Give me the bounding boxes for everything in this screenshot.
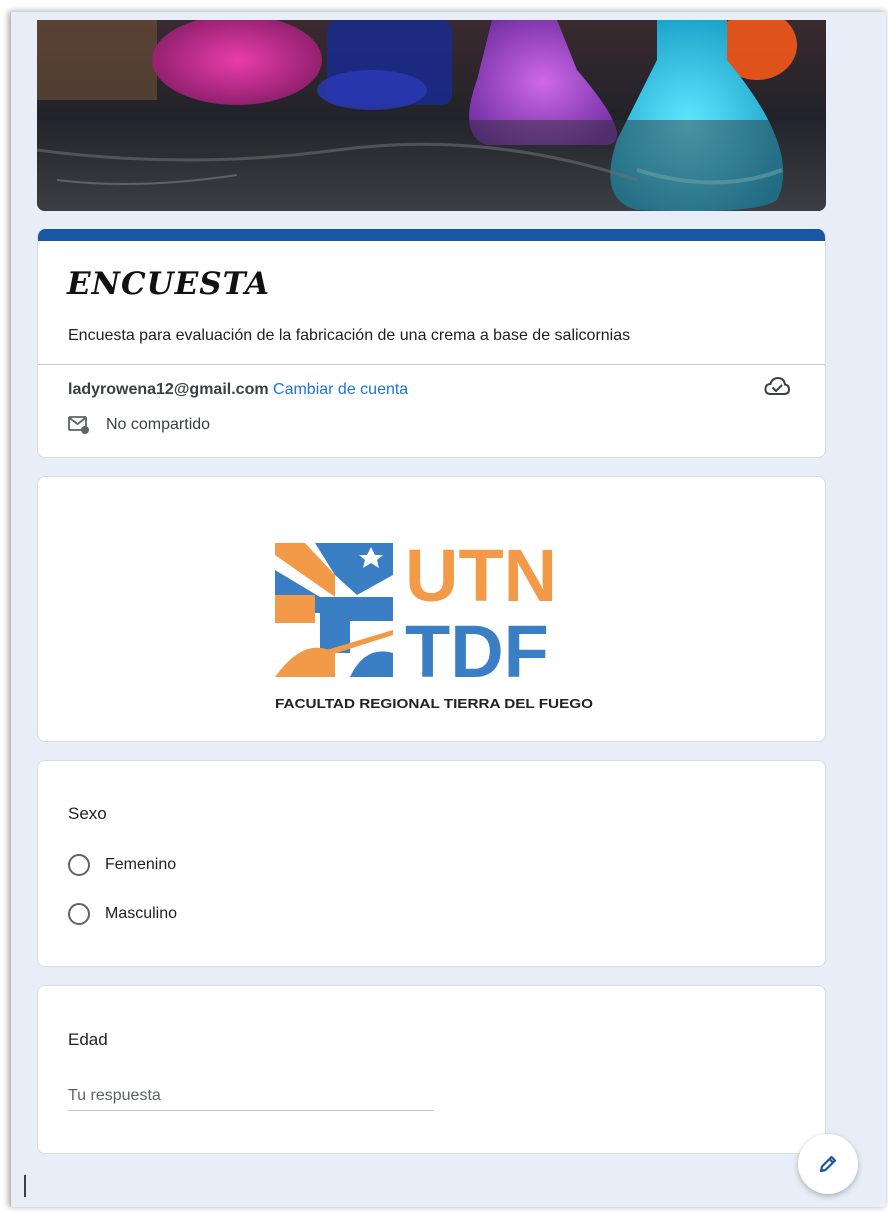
logo-caption: FACULTAD REGIONAL TIERRA DEL FUEGO (275, 696, 593, 711)
question-edad-title: Edad (68, 1030, 108, 1049)
logo-utn-text: UTN (405, 535, 557, 617)
edit-fab-button[interactable] (798, 1134, 858, 1194)
option-femenino-label: Femenino (105, 856, 177, 873)
cloud-check-glyph (764, 376, 791, 395)
option-femenino[interactable]: Femenino (68, 854, 176, 876)
header-divider (38, 364, 825, 365)
form-accent-bar (38, 229, 825, 241)
logo-tdf-text: TDF (405, 610, 549, 693)
window-edge (10, 12, 11, 1207)
form-header-card: ENCUESTA Encuesta para evaluación de la … (37, 229, 826, 458)
utn-tdf-logo-graphic: UTN TDF FACULTAD REGIONAL TIERRA DEL FUE… (275, 534, 593, 711)
radio-masculino[interactable] (68, 903, 90, 925)
switch-account-link[interactable]: Cambiar de cuenta (273, 381, 408, 398)
text-cursor (24, 1175, 26, 1197)
logo-card: UTN TDF FACULTAD REGIONAL TIERRA DEL FUE… (37, 476, 826, 742)
cloud-check-icon[interactable] (764, 376, 791, 403)
radio-femenino[interactable] (68, 854, 90, 876)
utn-tdf-logo: UTN TDF FACULTAD REGIONAL TIERRA DEL FUE… (275, 534, 595, 720)
header-flasks-illustration (37, 20, 826, 211)
account-line: ladyrowena12@gmail.com Cambiar de cuenta (68, 381, 408, 399)
question-sexo-title: Sexo (68, 804, 107, 823)
form-title: ENCUESTA (67, 266, 271, 302)
form-description: Encuesta para evaluación de la fabricaci… (68, 327, 631, 344)
option-masculino-label: Masculino (105, 905, 178, 922)
mail-lock-icon (68, 416, 89, 434)
question-sexo-card: Sexo Femenino Masculino (37, 760, 826, 967)
account-email: ladyrowena12@gmail.com (68, 381, 269, 398)
not-shared-status: No compartido (68, 415, 210, 435)
option-masculino[interactable]: Masculino (68, 903, 177, 925)
edad-answer-input[interactable] (68, 1081, 434, 1111)
header-image (37, 20, 826, 211)
pencil-icon (819, 1155, 837, 1173)
not-shared-label: No compartido (106, 416, 211, 433)
question-edad-card: Edad (37, 985, 826, 1154)
